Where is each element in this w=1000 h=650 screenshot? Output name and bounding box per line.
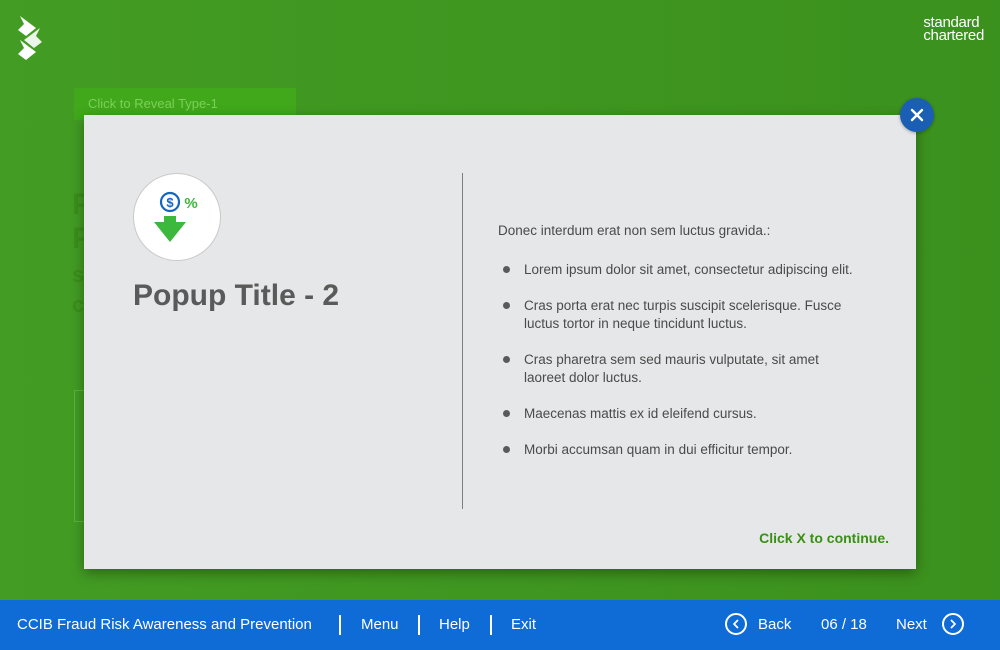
background-title-fragment: s [72,262,85,287]
bullet-dot-icon [503,356,510,363]
svg-text:%: % [184,195,197,212]
bullet-item: Morbi accumsan quam in dui efficitur tem… [498,441,858,459]
next-arrow-icon[interactable] [942,613,964,635]
bullet-item: Cras pharetra sem sed mauris vulputate, … [498,351,858,387]
bullet-text: Lorem ipsum dolor sit amet, consectetur … [524,262,853,277]
popup-bullet-list: Lorem ipsum dolor sit amet, consectetur … [498,261,858,477]
popup-dialog: $ % Popup Title - 2 Donec interdum erat … [84,115,916,569]
dollar-percent-down-arrow-icon: $ % [154,191,198,242]
bullet-item: Lorem ipsum dolor sit amet, consectetur … [498,261,858,279]
bullet-text: Cras porta erat nec turpis suscipit scel… [524,298,842,331]
bullet-item: Maecenas mattis ex id eleifend cursus. [498,405,858,423]
menu-link[interactable]: Menu [361,600,399,650]
bullet-text: Maecenas mattis ex id eleifend cursus. [524,406,757,421]
exit-link[interactable]: Exit [511,600,536,650]
footer-bar: CCIB Fraud Risk Awareness and Prevention… [0,600,1000,650]
page-indicator: 06 / 18 [821,616,867,633]
popup-divider [462,173,463,509]
footer-separator [339,615,341,635]
popup-title: Popup Title - 2 [133,279,340,312]
course-title: CCIB Fraud Risk Awareness and Prevention [17,616,312,633]
bullet-text: Cras pharetra sem sed mauris vulputate, … [524,352,819,385]
continue-instruction: Click X to continue. [759,530,889,546]
next-button[interactable]: Next [896,600,927,650]
background-title-fragment: c [72,292,85,317]
bullet-text: Morbi accumsan quam in dui efficitur tem… [524,442,793,457]
footer-separator [418,615,420,635]
popup-intro-text: Donec interdum erat non sem luctus gravi… [498,223,771,238]
back-button[interactable]: Back [758,600,791,650]
svg-text:$: $ [166,195,174,210]
help-link[interactable]: Help [439,600,470,650]
footer-separator [490,615,492,635]
brand-line-2: chartered [923,27,984,44]
back-arrow-icon[interactable] [725,613,747,635]
popup-icon-badge: $ % [133,173,221,261]
close-icon [910,108,924,122]
bullet-dot-icon [503,446,510,453]
standard-chartered-logo-icon [18,16,42,60]
bullet-dot-icon [503,302,510,309]
bullet-dot-icon [503,266,510,273]
bullet-item: Cras porta erat nec turpis suscipit scel… [498,297,858,333]
close-popup-button[interactable] [900,98,934,132]
brand-wordmark: standard chartered [923,15,984,44]
bullet-dot-icon [503,410,510,417]
